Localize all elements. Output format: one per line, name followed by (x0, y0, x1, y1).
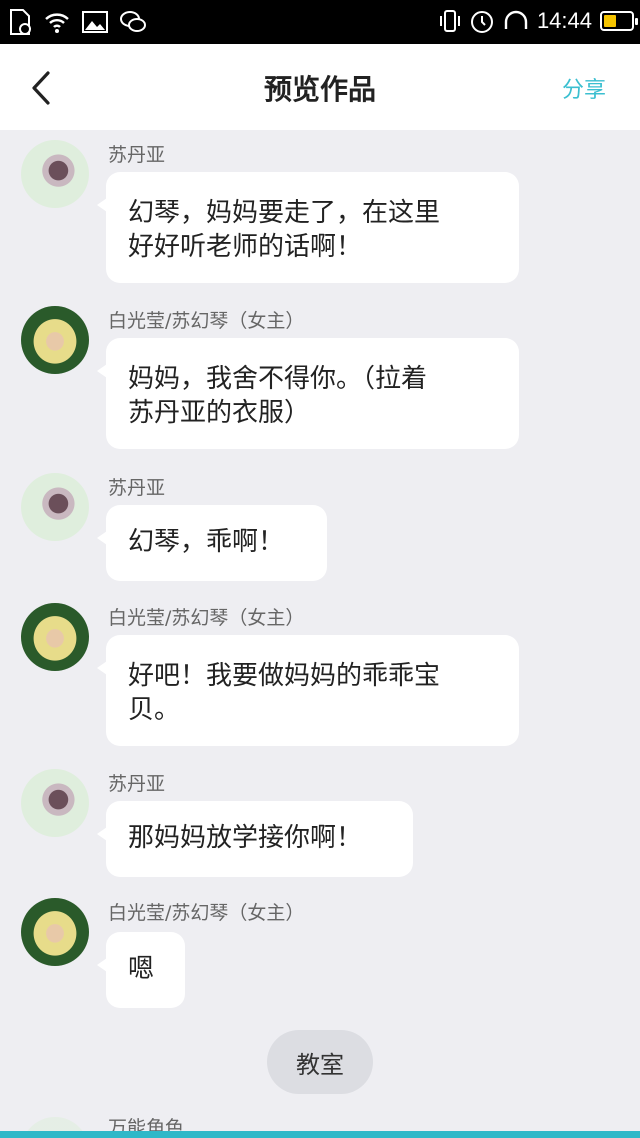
message-text-line: 嗯 (128, 954, 155, 984)
image-icon (82, 11, 108, 33)
wechat-icon (120, 11, 146, 32)
message-text-line: 幻琴，乖啊！ (128, 527, 285, 557)
scene-tag: 教室 (267, 1030, 373, 1094)
status-left-icons (8, 9, 146, 35)
battery-icon (600, 11, 638, 31)
avatar[interactable] (21, 898, 89, 966)
avatar[interactable] (21, 473, 89, 541)
nav-bar: 预览作品 分享 (0, 44, 640, 130)
wifi-icon (45, 13, 69, 33)
status-bar: 14:44 (0, 0, 640, 44)
bottom-accent-bar (0, 1131, 640, 1138)
sender-name: 白光莹/苏幻琴（女主） (108, 902, 305, 924)
avatar[interactable] (21, 769, 89, 837)
sender-name: 苏丹亚 (108, 477, 166, 499)
message-text-line: 好好听老师的话啊！ (128, 232, 363, 262)
chat-preview-list[interactable]: 苏丹亚 幻琴，妈妈要走了，在这里 好好听老师的话啊！ 白光莹/苏幻琴（女主） 妈… (0, 130, 640, 1138)
sim-card-icon (10, 9, 31, 35)
message-bubble[interactable]: 好吧！我要做妈妈的乖乖宝 贝。 (97, 635, 519, 746)
status-time: 14:44 (536, 8, 592, 33)
status-right-icons: 14:44 (439, 8, 638, 34)
sender-name: 白光莹/苏幻琴（女主） (108, 607, 305, 629)
sender-name: 白光莹/苏幻琴（女主） (108, 310, 305, 332)
message-bubble[interactable]: 幻琴，妈妈要走了，在这里 好好听老师的话啊！ (97, 172, 519, 283)
avatar[interactable] (21, 603, 89, 671)
avatar[interactable] (21, 306, 89, 374)
headphones-icon (504, 10, 528, 29)
message-bubble[interactable]: 那妈妈放学接你啊！ (97, 801, 413, 877)
message-text-line: 贝。 (128, 695, 181, 725)
message-text-line: 妈妈，我舍不得你。（拉着 (128, 364, 428, 394)
message-bubble[interactable]: 嗯 (97, 932, 185, 1008)
message-bubble[interactable]: 幻琴，乖啊！ (97, 505, 327, 581)
message-bubble[interactable]: 妈妈，我舍不得你。（拉着 苏丹亚的衣服） (97, 338, 519, 449)
message-text-line: 那妈妈放学接你啊！ (128, 823, 363, 853)
sender-name: 苏丹亚 (108, 144, 166, 166)
message-text-line: 幻琴，妈妈要走了，在这里 (128, 198, 441, 228)
vibrate-icon (439, 10, 460, 32)
page-title: 预览作品 (263, 73, 376, 106)
share-button[interactable]: 分享 (562, 72, 606, 104)
message-text-line: 好吧！我要做妈妈的乖乖宝 (128, 661, 441, 691)
sender-name: 苏丹亚 (108, 773, 166, 795)
message-text-line: 苏丹亚的衣服） (128, 398, 311, 428)
avatar[interactable] (21, 140, 89, 208)
alarm-icon (470, 11, 493, 33)
